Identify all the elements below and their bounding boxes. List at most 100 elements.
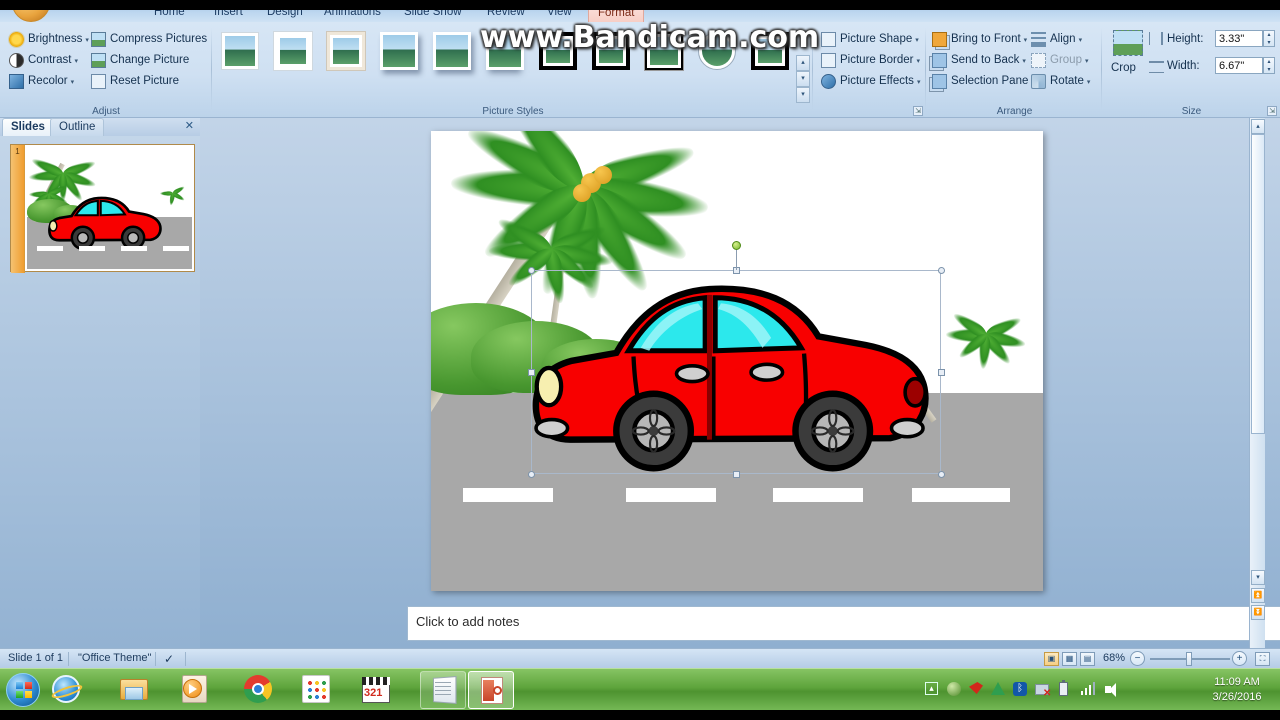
scroll-up-button[interactable]: ▴	[1251, 119, 1265, 134]
selection-pane-icon	[932, 74, 947, 89]
picture-style-5[interactable]	[433, 32, 471, 70]
picture-style-2[interactable]	[273, 31, 313, 71]
tab-outline[interactable]: Outline	[50, 118, 105, 136]
windows-explorer-icon[interactable]	[120, 675, 150, 705]
width-icon	[1149, 61, 1164, 73]
previous-slide-button[interactable]: ⏫	[1251, 588, 1265, 603]
scroll-down-button[interactable]: ▾	[1251, 570, 1265, 585]
handle-middle-left[interactable]	[528, 369, 535, 376]
internet-explorer-icon[interactable]	[50, 675, 84, 705]
reset-picture-icon	[91, 74, 106, 89]
change-picture-icon	[91, 53, 106, 68]
gallery-more-button[interactable]: ▾	[796, 87, 810, 103]
reset-picture-label: Reset Picture	[110, 75, 180, 87]
align-button[interactable]: Align ▾	[1030, 30, 1082, 49]
picture-styles-dialog-launcher[interactable]: ⇲	[913, 106, 923, 116]
handle-top-left[interactable]	[528, 267, 535, 274]
close-icon[interactable]: ✕	[185, 119, 194, 132]
powerpoint-window-button[interactable]	[468, 671, 514, 709]
battery-icon[interactable]	[1059, 680, 1074, 697]
signal-icon[interactable]	[1081, 682, 1096, 697]
recolor-button[interactable]: Recolor ▾	[8, 72, 74, 91]
change-picture-button[interactable]: Change Picture	[90, 51, 189, 70]
clock[interactable]: 11:09 AM 3/26/2016	[1200, 675, 1274, 705]
group-icon	[1031, 53, 1046, 68]
compress-pictures-button[interactable]: Compress Pictures	[90, 30, 207, 49]
handle-bottom-left[interactable]	[528, 471, 535, 478]
picture-effects-button[interactable]: Picture Effects ▾	[820, 72, 920, 91]
rotation-handle[interactable]	[732, 241, 741, 250]
picture-border-button[interactable]: Picture Border ▾	[820, 51, 920, 70]
width-stepper[interactable]: ▴ ▾	[1263, 57, 1275, 74]
gallery-scroll-down[interactable]: ▾	[796, 71, 810, 87]
group-button[interactable]: Group ▾	[1030, 51, 1088, 70]
start-orb[interactable]	[6, 673, 40, 707]
gallery-scroll-up[interactable]: ▴	[796, 55, 810, 71]
app-grid-icon[interactable]	[302, 675, 332, 705]
zoom-out-button[interactable]: −	[1130, 651, 1145, 666]
width-input[interactable]: 6.67"	[1215, 57, 1263, 74]
next-slide-button[interactable]: ⏬	[1251, 605, 1265, 620]
media-player-icon[interactable]	[182, 675, 212, 705]
picture-border-label: Picture Border	[840, 54, 914, 66]
rotate-label: Rotate	[1050, 75, 1084, 87]
google-chrome-icon[interactable]	[244, 675, 274, 705]
picture-style-3[interactable]	[326, 31, 366, 71]
zoom-in-button[interactable]: +	[1232, 651, 1247, 666]
crop-label[interactable]: Crop	[1111, 62, 1136, 74]
send-to-back-button[interactable]: Send to Back ▾	[931, 51, 1026, 70]
slides-panel-tabs: Slides Outline ✕	[0, 118, 200, 136]
handle-bottom-center[interactable]	[733, 471, 740, 478]
slides-panel: Slides Outline ✕ 1	[0, 118, 200, 648]
volume-icon[interactable]	[1105, 682, 1120, 697]
selection-pane-button[interactable]: Selection Pane	[931, 72, 1028, 91]
notes-pane[interactable]: Click to add notes	[407, 606, 1280, 641]
slide-canvas[interactable]	[431, 131, 1043, 591]
tab-slides[interactable]: Slides	[2, 118, 54, 136]
align-icon	[1031, 32, 1046, 47]
spellcheck-icon[interactable]: ✓	[164, 652, 174, 666]
lane-marking-4	[912, 488, 1010, 502]
slide-sorter-button[interactable]: ▦	[1062, 652, 1077, 666]
normal-view-button[interactable]: ▣	[1044, 652, 1059, 666]
selection-frame	[531, 270, 941, 474]
theme-name[interactable]: "Office Theme"	[78, 652, 151, 664]
slideshow-button[interactable]: ▤	[1080, 652, 1095, 666]
ribbon-group-picture-commands: Picture Shape ▾ Picture Border ▾ Picture E…	[816, 22, 926, 118]
height-input[interactable]: 3.33"	[1215, 30, 1263, 47]
selection-pane-label: Selection Pane	[951, 75, 1029, 87]
brightness-button[interactable]: Brightness ▾	[8, 30, 89, 49]
slide-thumbnail-canvas	[27, 147, 192, 269]
triangle-icon[interactable]	[991, 682, 1006, 697]
size-dialog-launcher[interactable]: ⇲	[1267, 106, 1277, 116]
bring-to-front-button[interactable]: Bring to Front ▾	[931, 30, 1027, 49]
network-removable-icon[interactable]: ✕	[1035, 682, 1051, 699]
picture-shape-button[interactable]: Picture Shape ▾	[820, 30, 919, 49]
status-bar: Slide 1 of 1 "Office Theme" ✓ ▣ ▦ ▤ 68% …	[0, 648, 1280, 668]
video-editor-321-icon[interactable]: 321	[362, 675, 392, 705]
reset-picture-button[interactable]: Reset Picture	[90, 72, 179, 91]
show-hidden-icons-button[interactable]: ▴	[925, 682, 940, 697]
fit-to-window-button[interactable]: ⛶	[1255, 652, 1270, 666]
handle-middle-right[interactable]	[938, 369, 945, 376]
contrast-button[interactable]: Contrast ▾	[8, 51, 78, 70]
vertical-scrollbar[interactable]: ▴ ▾ ⏫ ⏬	[1249, 118, 1265, 648]
antivirus-icon[interactable]	[969, 682, 984, 697]
scrollbar-thumb[interactable]	[1251, 134, 1265, 434]
bluetooth-icon[interactable]: ᛒ	[1013, 682, 1028, 697]
notepad-window-button[interactable]	[420, 671, 466, 709]
height-icon	[1149, 32, 1163, 45]
height-stepper[interactable]: ▴ ▾	[1263, 30, 1275, 47]
rotate-button[interactable]: Rotate ▾	[1030, 72, 1090, 91]
picture-effects-icon	[821, 74, 836, 89]
handle-top-right[interactable]	[938, 267, 945, 274]
lane-marking-1	[463, 488, 553, 502]
handle-bottom-right[interactable]	[938, 471, 945, 478]
picture-style-1[interactable]	[221, 32, 259, 70]
picture-style-4[interactable]	[380, 32, 418, 70]
slide-number: 1	[11, 145, 25, 273]
compress-pictures-label: Compress Pictures	[110, 33, 208, 45]
safety-icon[interactable]	[947, 682, 962, 697]
slide-thumbnail-1[interactable]: 1	[10, 144, 195, 273]
zoom-slider-knob[interactable]	[1186, 652, 1192, 666]
